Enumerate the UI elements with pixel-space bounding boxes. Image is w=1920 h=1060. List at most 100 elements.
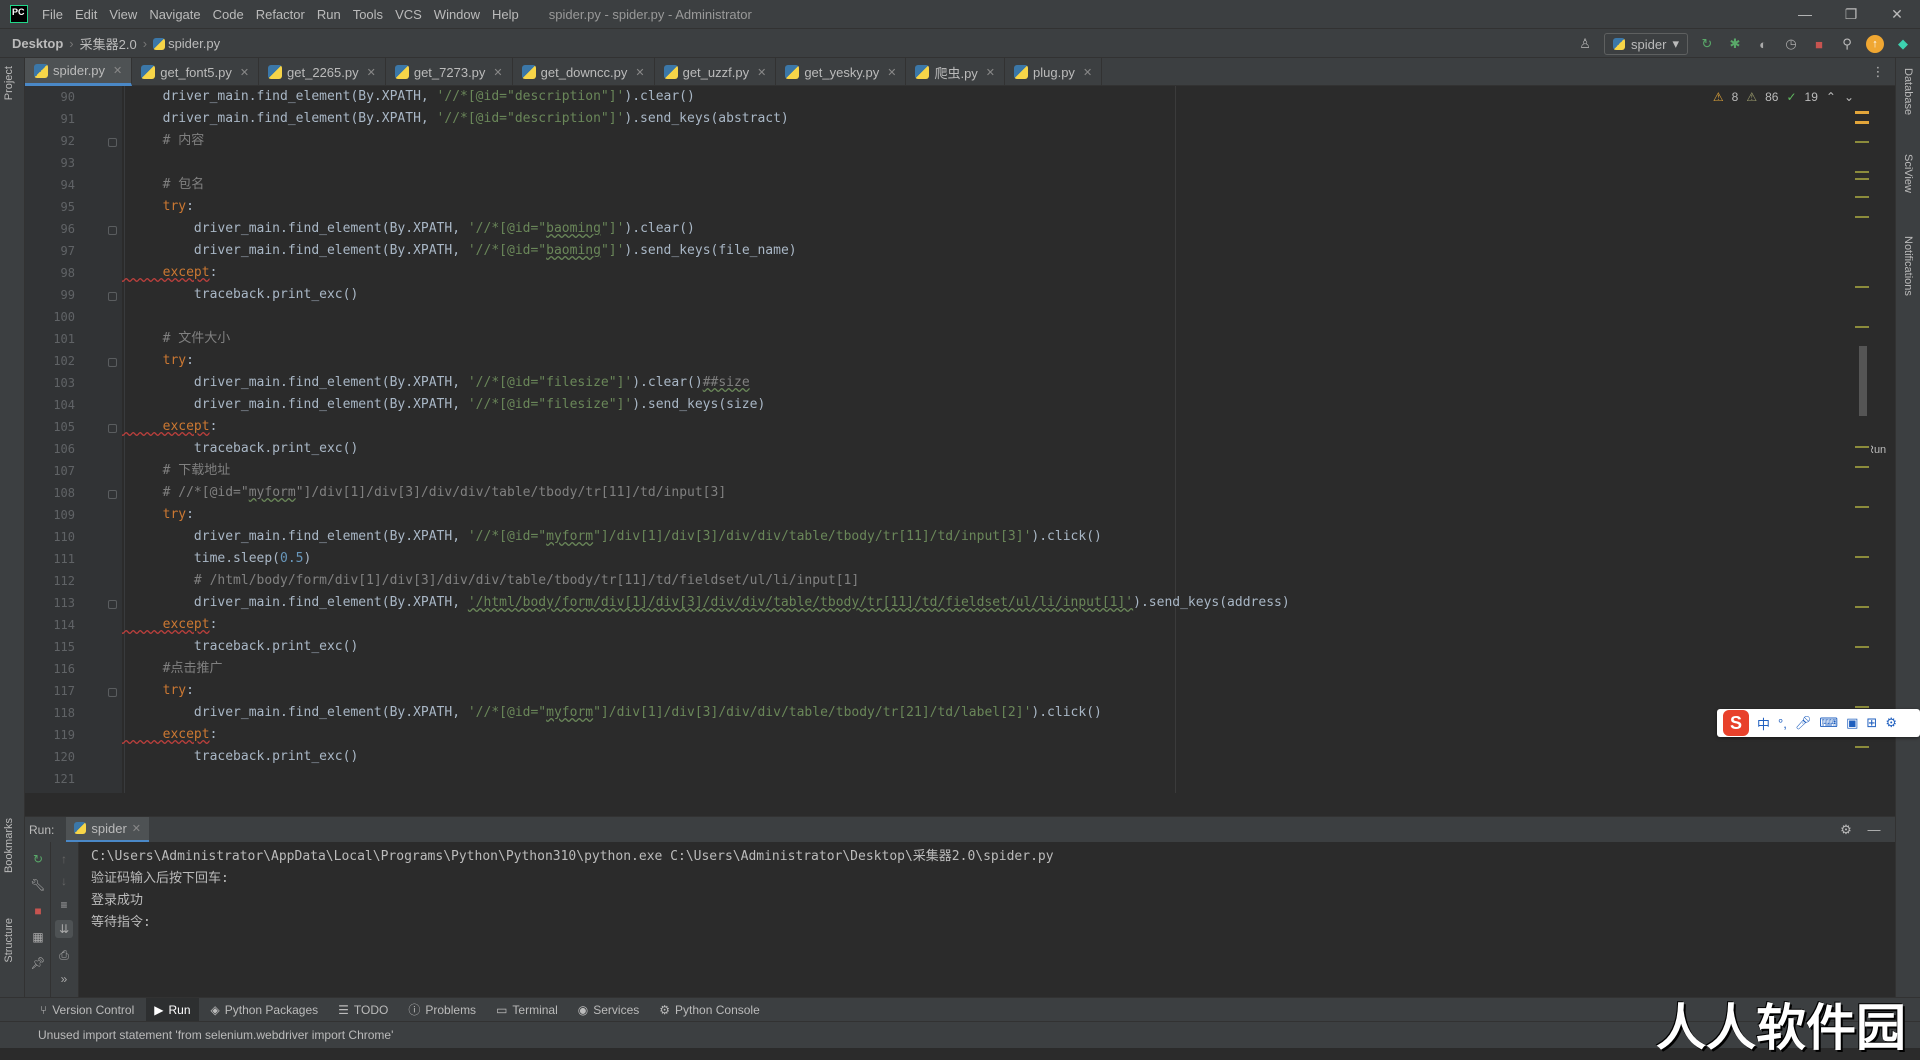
close-icon[interactable]: ✕ xyxy=(887,66,896,79)
python-console-button[interactable]: ⚙ Python Console xyxy=(651,998,768,1022)
error-stripe-mark[interactable] xyxy=(1855,121,1869,124)
code-line[interactable]: except: xyxy=(122,724,218,746)
scrollbar-thumb[interactable] xyxy=(1859,346,1867,416)
code-line[interactable]: try: xyxy=(122,196,194,218)
coverage-icon[interactable]: ◐ xyxy=(1754,35,1772,53)
toolbox-icon[interactable]: ⊞ xyxy=(1866,715,1877,731)
print-icon[interactable]: ⎙ xyxy=(55,946,73,964)
rerun-icon[interactable]: ↻ xyxy=(29,850,47,868)
tab-get-uzzf[interactable]: get_uzzf.py ✕ xyxy=(655,58,777,86)
trash-icon[interactable]: » xyxy=(55,970,73,988)
tab-get-yesky[interactable]: get_yesky.py ✕ xyxy=(776,58,907,86)
scroll-to-end-icon[interactable]: ⇊ xyxy=(55,920,73,938)
close-icon[interactable]: ✕ xyxy=(132,822,141,835)
menu-tools[interactable]: Tools xyxy=(347,7,389,22)
todo-button[interactable]: ☰ TODO xyxy=(330,998,396,1022)
hide-panel-icon[interactable]: — xyxy=(1865,821,1883,839)
tab-crawler[interactable]: 爬虫.py ✕ xyxy=(906,58,1006,86)
keyboard-icon[interactable]: ⌨ xyxy=(1819,715,1838,731)
code-line[interactable]: traceback.print_exc() xyxy=(122,636,358,658)
code-line[interactable]: # 下载地址 xyxy=(122,460,231,482)
fold-marker-icon[interactable] xyxy=(108,424,117,433)
fold-marker-icon[interactable] xyxy=(108,358,117,367)
breadcrumb-desktop[interactable]: Desktop xyxy=(12,36,63,51)
code-line[interactable]: time.sleep(0.5) xyxy=(122,548,311,570)
inspection-widget[interactable]: ⚠ 8 ⚠ 86 ✓ 19 ⌃ ⌄ xyxy=(1712,90,1854,104)
structure-tool-button[interactable]: Structure xyxy=(3,918,15,963)
close-icon[interactable]: ✕ xyxy=(757,66,766,79)
gear-icon[interactable]: ⚙ xyxy=(1837,821,1855,839)
settings-icon[interactable]: ⚙ xyxy=(1885,715,1897,731)
database-tool-button[interactable]: Database xyxy=(1902,68,1914,115)
bookmarks-tool-button[interactable]: Bookmarks xyxy=(3,818,15,873)
close-icon[interactable]: ✕ xyxy=(113,64,122,77)
fold-marker-icon[interactable] xyxy=(108,292,117,301)
code-line[interactable]: #点击推广 xyxy=(122,658,223,680)
close-button[interactable]: ✕ xyxy=(1874,0,1920,28)
code-line[interactable]: # 文件大小 xyxy=(122,328,231,350)
restore-button[interactable]: ❐ xyxy=(1828,0,1874,28)
ime-toolbar[interactable]: S 中 °, 🎤︎ ⌨ ▣ ⊞ ⚙ xyxy=(1717,709,1920,737)
error-stripe-mark[interactable] xyxy=(1855,141,1869,143)
tab-get-2265[interactable]: get_2265.py ✕ xyxy=(259,58,386,86)
menu-window[interactable]: Window xyxy=(428,7,486,22)
profile-icon[interactable]: ◷ xyxy=(1782,35,1800,53)
jetbrains-icon[interactable]: ◆ xyxy=(1894,35,1912,53)
status-message[interactable]: Unused import statement 'from selenium.w… xyxy=(38,1028,393,1042)
ime-mode-chinese[interactable]: 中 xyxy=(1757,714,1770,733)
menu-run[interactable]: Run xyxy=(311,7,347,22)
ime-punctuation[interactable]: °, xyxy=(1778,716,1787,731)
error-stripe-mark[interactable] xyxy=(1855,646,1869,648)
minimize-button[interactable]: — xyxy=(1782,0,1828,28)
fold-marker-icon[interactable] xyxy=(108,600,117,609)
debug-icon[interactable]: ✱ xyxy=(1726,35,1744,53)
search-icon[interactable]: ⚲ xyxy=(1838,35,1856,53)
close-icon[interactable]: ✕ xyxy=(367,66,376,79)
problems-button[interactable]: ⓘ Problems xyxy=(400,998,484,1022)
menu-view[interactable]: View xyxy=(103,7,143,22)
fold-marker-icon[interactable] xyxy=(108,138,117,147)
code-line[interactable]: driver_main.find_element(By.XPATH, '//*[… xyxy=(122,372,750,394)
error-stripe[interactable] xyxy=(1855,86,1871,793)
run-button[interactable]: ▶ Run xyxy=(146,997,199,1022)
close-icon[interactable]: ✕ xyxy=(1083,66,1092,79)
run-tab-spider[interactable]: spider ✕ xyxy=(66,816,149,843)
chevron-up-icon[interactable]: ⌃ xyxy=(1826,90,1836,104)
run-console[interactable]: C:\Users\Administrator\AppData\Local\Pro… xyxy=(79,842,1895,997)
code-line[interactable]: driver_main.find_element(By.XPATH, '//*[… xyxy=(122,86,695,108)
error-stripe-mark[interactable] xyxy=(1855,606,1869,608)
breadcrumb-project[interactable]: 采集器2.0 xyxy=(80,34,137,53)
menu-code[interactable]: Code xyxy=(207,7,250,22)
version-control-button[interactable]: ⑂ Version Control xyxy=(32,998,142,1022)
arrow-down-icon[interactable]: ↓ xyxy=(55,872,73,890)
close-icon[interactable]: ✕ xyxy=(635,66,644,79)
code-line[interactable]: driver_main.find_element(By.XPATH, '/htm… xyxy=(122,592,1290,614)
notifications-tool-button[interactable]: Notifications xyxy=(1902,236,1914,296)
code-line[interactable]: except: xyxy=(122,614,218,636)
menu-file[interactable]: File xyxy=(36,7,69,22)
tab-get-7273[interactable]: get_7273.py ✕ xyxy=(386,58,513,86)
fold-marker-icon[interactable] xyxy=(108,490,117,499)
fold-marker-icon[interactable] xyxy=(108,226,117,235)
error-stripe-mark[interactable] xyxy=(1855,111,1869,114)
error-stripe-mark[interactable] xyxy=(1855,216,1869,218)
breadcrumb-file[interactable]: spider.py xyxy=(153,36,220,51)
error-stripe-mark[interactable] xyxy=(1855,746,1869,748)
rerun-icon[interactable]: ↻ xyxy=(1698,35,1716,53)
code-line[interactable]: # 包名 xyxy=(122,174,205,196)
code-editor[interactable]: driver_main.find_element(By.XPATH, '//*[… xyxy=(122,86,1862,793)
code-line[interactable]: driver_main.find_element(By.XPATH, '//*[… xyxy=(122,240,797,262)
code-line[interactable]: try: xyxy=(122,680,194,702)
code-line[interactable]: driver_main.find_element(By.XPATH, '//*[… xyxy=(122,108,789,130)
microphone-icon[interactable]: 🎤︎ xyxy=(1795,715,1812,731)
tab-get-font5[interactable]: get_font5.py ✕ xyxy=(132,58,260,86)
wrench-icon[interactable]: 🔧︎ xyxy=(29,876,47,894)
arrow-up-icon[interactable]: ↑ xyxy=(55,850,73,868)
project-tool-button[interactable]: Project xyxy=(3,66,15,100)
code-line[interactable]: try: xyxy=(122,350,194,372)
tab-spider[interactable]: spider.py ✕ xyxy=(25,58,133,86)
run-configuration-select[interactable]: spider ▾ xyxy=(1604,33,1688,55)
code-line[interactable]: traceback.print_exc() xyxy=(122,284,358,306)
error-stripe-mark[interactable] xyxy=(1855,466,1869,468)
tab-get-downcc[interactable]: get_downcc.py ✕ xyxy=(513,58,655,86)
